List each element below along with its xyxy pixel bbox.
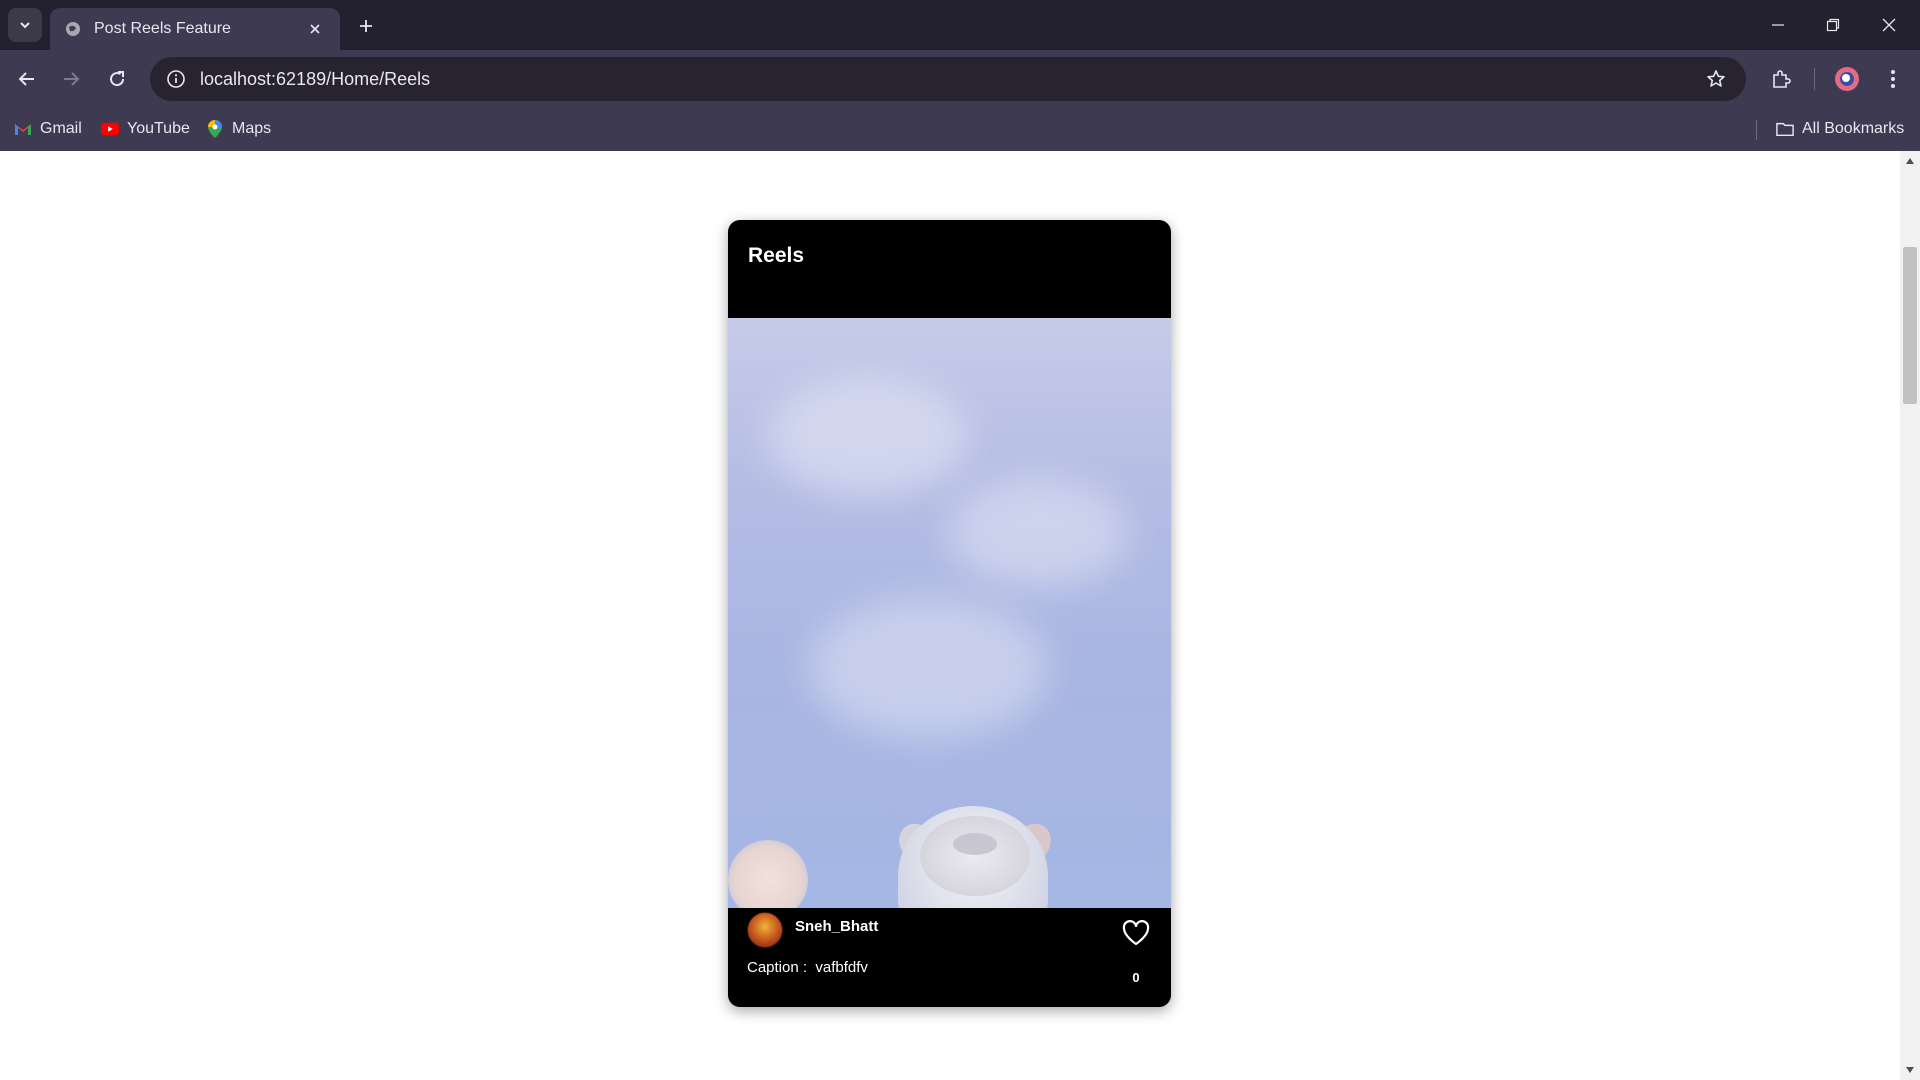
like-button[interactable]	[1121, 918, 1151, 948]
browser-menu-button[interactable]	[1874, 60, 1912, 98]
gmail-icon	[14, 120, 32, 138]
scroll-down-arrow[interactable]	[1900, 1060, 1920, 1080]
all-bookmarks-button[interactable]: All Bookmarks	[1776, 116, 1904, 142]
new-tab-button[interactable]	[352, 12, 380, 40]
avatar[interactable]	[747, 912, 783, 948]
tab-close-button[interactable]	[304, 18, 326, 40]
bookmarks-bar: Gmail YouTube Maps All Bookmarks	[0, 108, 1920, 151]
reel-video[interactable]	[728, 318, 1171, 908]
sheep-face	[920, 816, 1030, 896]
like-count: 0	[1132, 970, 1140, 985]
scroll-up-arrow[interactable]	[1900, 151, 1920, 171]
forward-button[interactable]	[52, 60, 90, 98]
browser-toolbar: localhost:62189/Home/Reels	[0, 50, 1920, 108]
page-scrollbar[interactable]	[1900, 151, 1920, 1080]
back-button[interactable]	[8, 60, 46, 98]
chevron-down-icon	[20, 22, 30, 29]
restore-icon	[1826, 18, 1840, 32]
reel-username[interactable]: Sneh_Bhatt	[795, 918, 878, 935]
toolbar-divider	[1814, 68, 1815, 90]
tab-title: Post Reels Feature	[94, 20, 231, 37]
tab-search-button[interactable]	[8, 8, 42, 42]
bookmarks-divider	[1756, 120, 1757, 140]
youtube-icon	[101, 120, 119, 138]
restore-button[interactable]	[1810, 6, 1856, 44]
plus-icon	[360, 20, 372, 32]
address-bar[interactable]: localhost:62189/Home/Reels	[150, 57, 1746, 101]
reel-footer: Sneh_Bhatt Caption : vafbfdfv 0	[728, 908, 1171, 1007]
reel-caption: Caption : vafbfdfv	[747, 959, 868, 976]
reel-header: Reels	[728, 220, 1171, 318]
minimize-button[interactable]	[1755, 6, 1801, 44]
reels-title: Reels	[748, 244, 805, 267]
reload-button[interactable]	[98, 60, 136, 98]
folder-icon	[1776, 120, 1794, 138]
video-cloud	[948, 478, 1128, 588]
extensions-button[interactable]	[1762, 60, 1800, 98]
reload-icon	[110, 71, 125, 87]
video-cloud	[768, 378, 968, 498]
site-info-icon[interactable]	[156, 57, 196, 101]
close-icon	[310, 24, 320, 34]
caption-text: vafbfdfv	[815, 959, 868, 976]
triangle-down-icon	[1906, 1067, 1914, 1073]
minimize-icon	[1772, 24, 1784, 26]
bookmark-label: Maps	[232, 120, 272, 137]
arrow-left-icon	[18, 72, 34, 86]
scrollbar-thumb[interactable]	[1903, 247, 1917, 404]
bookmark-label: YouTube	[127, 120, 190, 137]
close-window-button[interactable]	[1866, 6, 1912, 44]
puzzle-icon	[1773, 70, 1791, 88]
maps-icon	[206, 120, 224, 138]
globe-icon	[64, 20, 82, 38]
more-vertical-icon	[1891, 70, 1895, 88]
heart-icon	[1122, 920, 1150, 946]
sheep-nose	[953, 833, 997, 855]
arrow-right-icon	[64, 72, 80, 86]
bookmark-youtube[interactable]: YouTube	[101, 116, 190, 142]
caption-label: Caption :	[747, 959, 808, 976]
close-icon	[1882, 18, 1896, 32]
all-bookmarks-label: All Bookmarks	[1802, 120, 1905, 137]
bookmark-maps[interactable]: Maps	[206, 116, 271, 142]
video-cloud	[808, 598, 1048, 738]
bookmark-gmail[interactable]: Gmail	[14, 116, 82, 142]
page-viewport: Reels Sneh_Bhatt Caption : vafbfdfv 0	[0, 151, 1920, 1080]
reel-card: Reels Sneh_Bhatt Caption : vafbfdfv 0	[728, 220, 1171, 1007]
video-pink-cloud	[728, 840, 808, 908]
bookmark-star-icon[interactable]	[1696, 57, 1736, 101]
bookmark-label: Gmail	[40, 120, 82, 137]
browser-tab[interactable]: Post Reels Feature	[50, 8, 340, 50]
triangle-up-icon	[1906, 158, 1914, 164]
profile-button[interactable]	[1828, 60, 1866, 98]
browser-tab-strip: Post Reels Feature	[0, 0, 1920, 50]
url-text[interactable]: localhost:62189/Home/Reels	[200, 69, 1696, 90]
avatar	[1835, 67, 1859, 91]
